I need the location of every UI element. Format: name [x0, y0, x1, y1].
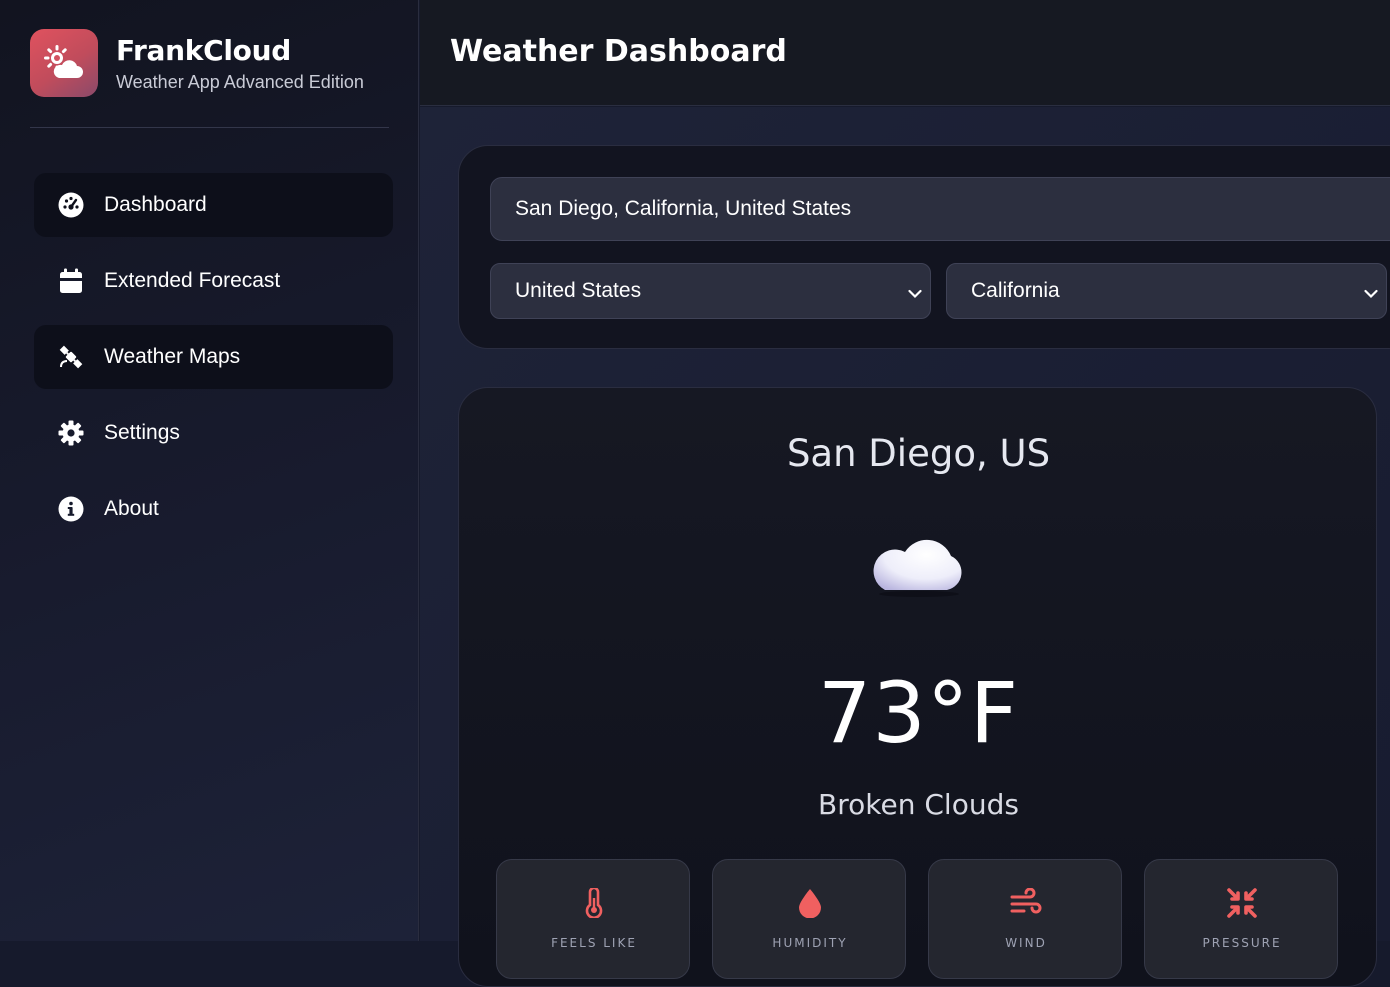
sidebar-item-label: About: [104, 497, 159, 520]
stat-humidity: Humidity: [712, 859, 906, 979]
sidebar-item-extended-forecast[interactable]: Extended Forecast: [34, 249, 393, 313]
stat-label: Humidity: [772, 936, 848, 950]
stat-wind: Wind: [928, 859, 1122, 979]
sidebar-item-label: Extended Forecast: [104, 269, 281, 292]
current-weather-card: San Diego, US 73°F Broken Clouds FEELS L…: [458, 387, 1377, 987]
sidebar-nav: Dashboard Extended Forecast Weather Maps…: [34, 173, 393, 553]
info-icon: [56, 494, 86, 524]
thermometer-icon: [497, 888, 691, 918]
calendar-icon: [56, 266, 86, 296]
sidebar: FrankCloud Weather App Advanced Edition …: [0, 0, 419, 941]
chevron-down-icon: [1364, 284, 1378, 303]
sidebar-divider: [30, 127, 389, 128]
sidebar-item-dashboard[interactable]: Dashboard: [34, 173, 393, 237]
satellite-icon: [56, 342, 86, 372]
cloud-icon: [863, 518, 973, 602]
state-select[interactable]: California: [946, 263, 1387, 319]
current-temperature: 73°F: [817, 664, 1020, 762]
chevron-down-icon: [908, 284, 922, 303]
page-header: Weather Dashboard: [420, 0, 1390, 106]
stat-feels-like: Feels Like: [496, 859, 690, 979]
sun-cloud-icon: [30, 29, 98, 97]
country-select[interactable]: United States: [490, 263, 931, 319]
stat-label: Wind: [1005, 936, 1047, 950]
main-content: United States California San Diego, US: [420, 107, 1390, 987]
brand[interactable]: FrankCloud Weather App Advanced Edition: [30, 29, 364, 97]
sidebar-item-label: Weather Maps: [104, 345, 241, 368]
gauge-icon: [56, 190, 86, 220]
state-select-value: California: [971, 279, 1060, 302]
page-title: Weather Dashboard: [450, 34, 787, 69]
app-name: FrankCloud: [116, 33, 291, 67]
stat-pressure: Pressure: [1144, 859, 1338, 979]
app-subtitle: Weather App Advanced Edition: [116, 71, 364, 92]
stat-label: Pressure: [1202, 936, 1282, 950]
compress-icon: [1145, 888, 1339, 918]
stat-label: Feels Like: [551, 936, 637, 950]
droplet-icon: [713, 888, 907, 918]
city-name: San Diego, US: [786, 432, 1051, 475]
sidebar-item-about[interactable]: About: [34, 477, 393, 541]
location-search-card: United States California: [458, 145, 1390, 349]
location-search-input[interactable]: [490, 177, 1390, 241]
sidebar-item-label: Settings: [104, 421, 180, 444]
weather-stats: Feels Like Humidity: [496, 859, 1360, 979]
wind-icon: [929, 888, 1123, 918]
gear-icon: [56, 418, 86, 448]
sidebar-item-label: Dashboard: [104, 193, 207, 216]
weather-condition: Broken Clouds: [818, 788, 1019, 821]
sidebar-item-weather-maps[interactable]: Weather Maps: [34, 325, 393, 389]
country-select-value: United States: [515, 279, 642, 302]
sidebar-item-settings[interactable]: Settings: [34, 401, 393, 465]
